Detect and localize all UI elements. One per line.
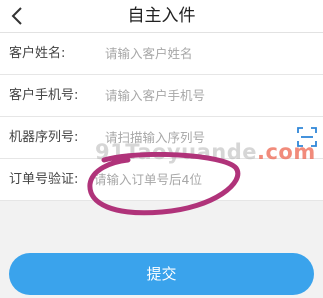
customer-name-input[interactable] (105, 43, 285, 63)
customer-phone-input[interactable] (105, 85, 285, 105)
header: 自主入件 (0, 0, 323, 33)
customer-phone-row: 客户手机号: (0, 75, 323, 117)
customer-name-row: 客户姓名: (0, 33, 323, 75)
page-title: 自主入件 (127, 6, 196, 26)
watermark: 91Taoyuande.com (95, 140, 316, 164)
customer-name-label: 客户姓名: (9, 46, 66, 61)
watermark-suffix: .com (256, 140, 316, 164)
entry-form: 客户姓名: 客户手机号: 机器序列号: 订单号验证: (0, 33, 323, 201)
watermark-text: 91Taoyuande (95, 140, 257, 164)
order-number-input[interactable] (94, 169, 274, 189)
submit-button[interactable]: 提交 (9, 253, 314, 295)
order-number-row: 订单号验证: (0, 159, 323, 201)
customer-phone-label: 客户手机号: (9, 88, 79, 103)
order-number-label: 订单号验证: (9, 172, 79, 187)
serial-number-label: 机器序列号: (9, 130, 79, 145)
